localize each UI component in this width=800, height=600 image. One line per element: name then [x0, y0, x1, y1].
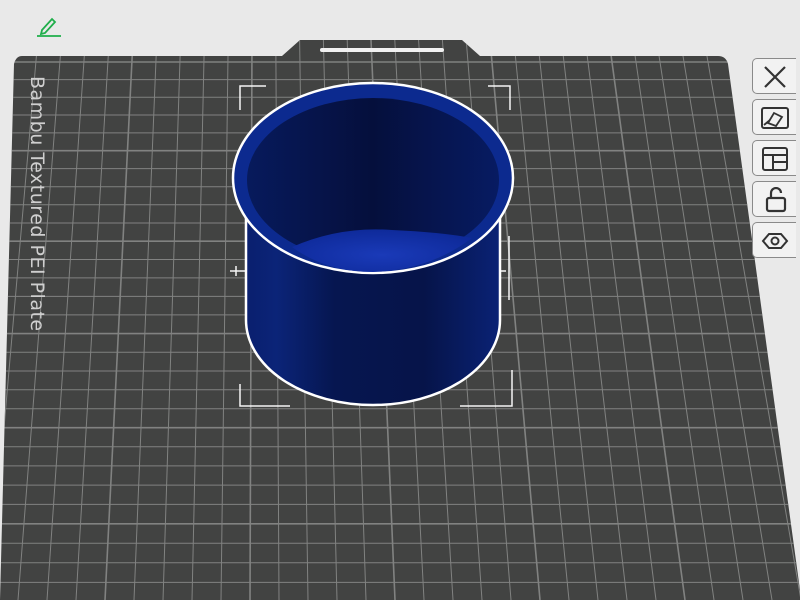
auto-orient-button[interactable]	[752, 99, 796, 135]
lock-button[interactable]	[752, 181, 796, 217]
3d-viewport[interactable]	[0, 0, 800, 600]
lock-icon	[765, 187, 787, 213]
plate-settings-button[interactable]	[752, 222, 796, 258]
plate-handle	[320, 48, 444, 52]
plate-toolbar	[752, 58, 800, 268]
close-plate-button[interactable]	[752, 58, 796, 94]
arrange-icon	[762, 147, 788, 171]
cup-model[interactable]	[231, 81, 515, 407]
close-plate-icon	[764, 66, 786, 88]
auto-orient-icon	[761, 107, 789, 129]
plate-name-label: Bambu Textured PEI Plate	[26, 76, 48, 332]
settings-icon	[761, 233, 789, 249]
edit-pencil-icon[interactable]	[34, 14, 64, 38]
arrange-button[interactable]	[752, 140, 796, 176]
